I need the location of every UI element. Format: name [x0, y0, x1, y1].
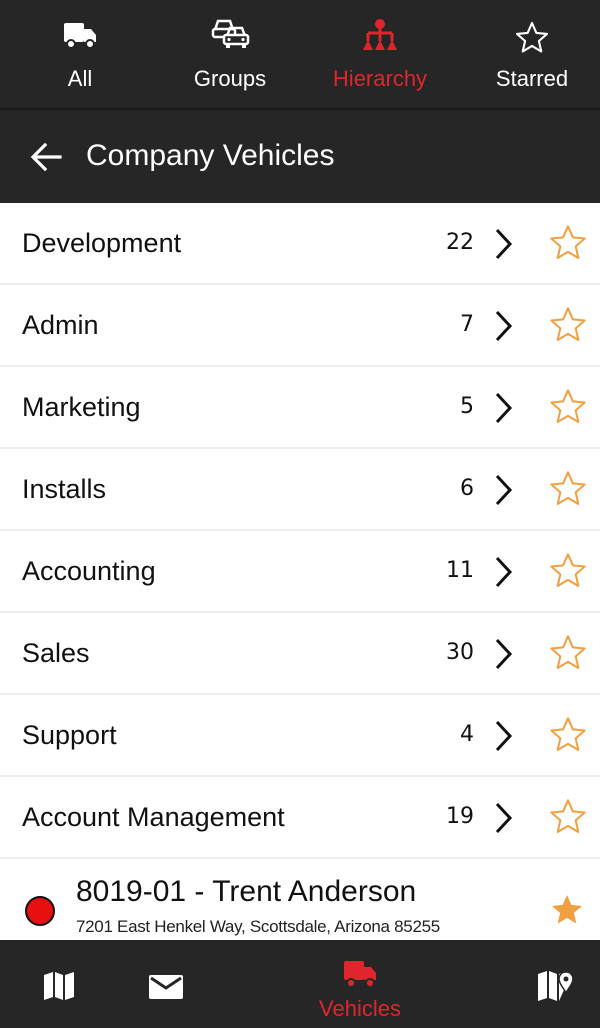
tab-all[interactable]: All — [20, 0, 140, 108]
list-item-sales[interactable]: Sales 30 — [0, 613, 600, 695]
star-outline-icon[interactable] — [548, 223, 588, 263]
chevron-right-icon[interactable] — [494, 555, 514, 589]
star-outline-icon[interactable] — [548, 715, 588, 755]
header-bar: Company Vehicles — [0, 110, 600, 203]
chevron-right-icon[interactable] — [494, 801, 514, 835]
group-count: 11 — [446, 558, 474, 583]
star-filled-icon[interactable] — [549, 892, 585, 928]
group-list: Development 22 Admin 7 Marketing 5 Insta… — [0, 203, 600, 859]
group-name: Admin — [22, 310, 99, 340]
tab-starred-label: Starred — [495, 66, 569, 91]
star-outline-icon[interactable] — [548, 633, 588, 673]
tab-hierarchy[interactable]: Hierarchy — [320, 0, 440, 108]
group-count: 5 — [460, 394, 474, 419]
group-count: 4 — [460, 722, 474, 747]
group-count: 19 — [446, 804, 474, 829]
group-name: Marketing — [22, 392, 141, 422]
list-item-accounting[interactable]: Accounting 11 — [0, 531, 600, 613]
star-outline-icon[interactable] — [548, 469, 588, 509]
tab-groups[interactable]: Groups — [170, 0, 290, 108]
map-icon[interactable] — [42, 970, 76, 1002]
truck-icon — [64, 23, 96, 49]
chevron-right-icon[interactable] — [494, 227, 514, 261]
back-arrow-icon[interactable] — [30, 142, 62, 172]
group-name: Accounting — [22, 556, 156, 586]
mail-icon[interactable] — [148, 974, 184, 1000]
group-count: 6 — [460, 476, 474, 501]
chevron-right-icon[interactable] — [494, 473, 514, 507]
map-pin-icon[interactable] — [536, 968, 574, 1004]
bottom-nav: Vehicles — [0, 940, 600, 1028]
star-outline-icon[interactable] — [548, 305, 588, 345]
tab-all-label: All — [67, 66, 93, 91]
tab-starred[interactable]: Starred — [472, 0, 592, 108]
nav-vehicles-label: Vehicles — [319, 996, 401, 1021]
vehicle-list-item[interactable]: 8019-01 - Trent Anderson 7201 East Henke… — [0, 860, 600, 940]
page-title: Company Vehicles — [86, 139, 335, 172]
multiple-cars-icon — [211, 19, 250, 48]
group-count: 30 — [446, 640, 474, 665]
hierarchy-icon — [363, 19, 397, 50]
chevron-right-icon[interactable] — [494, 309, 514, 343]
group-name: Account Management — [22, 802, 285, 832]
star-outline-icon — [515, 21, 549, 53]
vehicle-address: 7201 East Henkel Way, Scottsdale, Arizon… — [76, 917, 440, 936]
status-indicator — [25, 896, 55, 926]
vehicle-title: 8019-01 - Trent Anderson — [76, 875, 417, 908]
list-item-admin[interactable]: Admin 7 — [0, 285, 600, 367]
group-name: Support — [22, 720, 117, 750]
chevron-right-icon[interactable] — [494, 391, 514, 425]
star-outline-icon[interactable] — [548, 797, 588, 837]
group-name: Development — [22, 228, 182, 258]
group-count: 7 — [460, 312, 474, 337]
star-outline-icon[interactable] — [548, 551, 588, 591]
group-count: 22 — [446, 230, 474, 255]
chevron-right-icon[interactable] — [494, 637, 514, 671]
list-item-installs[interactable]: Installs 6 — [0, 449, 600, 531]
star-outline-icon[interactable] — [548, 387, 588, 427]
top-tab-bar: All Groups Hierarchy Starred — [0, 0, 600, 108]
chevron-right-icon[interactable] — [494, 719, 514, 753]
tab-groups-label: Groups — [193, 66, 267, 91]
list-item-account-management[interactable]: Account Management 19 — [0, 777, 600, 859]
list-item-marketing[interactable]: Marketing 5 — [0, 367, 600, 449]
list-item-development[interactable]: Development 22 — [0, 203, 600, 285]
group-name: Installs — [22, 474, 107, 504]
truck-icon — [344, 961, 376, 988]
tab-hierarchy-label: Hierarchy — [332, 66, 428, 91]
list-item-support[interactable]: Support 4 — [0, 695, 600, 777]
group-name: Sales — [22, 638, 90, 668]
